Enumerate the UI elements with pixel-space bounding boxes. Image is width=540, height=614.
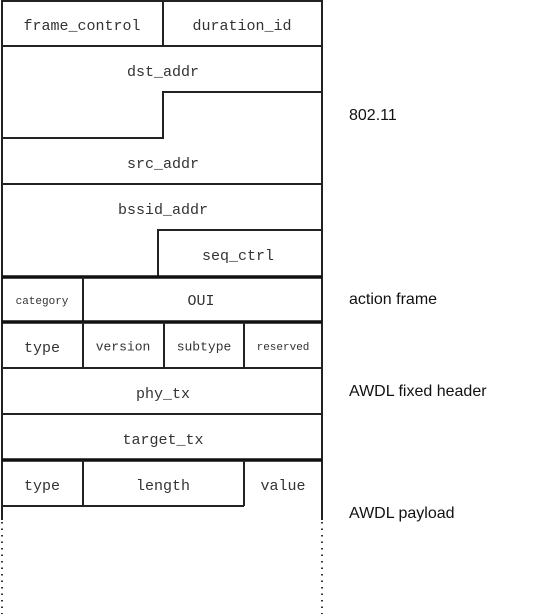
field-type: type (24, 340, 60, 357)
field-reserved: reserved (257, 342, 310, 354)
field-tlv-type: type (24, 478, 60, 495)
field-version: version (96, 339, 151, 354)
field-category: category (16, 296, 69, 308)
field-src-addr: src_addr (127, 156, 199, 173)
section-label-awdl-fixed-header: AWDL fixed header (349, 383, 487, 400)
section-label-awdl-payload: AWDL payload (349, 505, 455, 522)
field-target-tx: target_tx (122, 432, 203, 449)
field-phy-tx: phy_tx (136, 386, 190, 403)
field-tlv-length: length (136, 478, 190, 495)
awdl-frame-diagram: frame_control duration_id dst_addr src_a… (1, 0, 487, 614)
field-bssid-addr: bssid_addr (118, 202, 208, 219)
field-dst-addr: dst_addr (127, 64, 199, 81)
field-frame-control: frame_control (23, 18, 140, 35)
field-tlv-value: value (260, 478, 305, 495)
section-label-80211: 802.11 (349, 107, 397, 124)
field-oui: OUI (187, 293, 214, 310)
section-label-action-frame: action frame (349, 291, 437, 308)
field-subtype: subtype (177, 339, 232, 354)
field-duration-id: duration_id (192, 18, 291, 35)
field-seq-ctrl: seq_ctrl (202, 248, 274, 265)
